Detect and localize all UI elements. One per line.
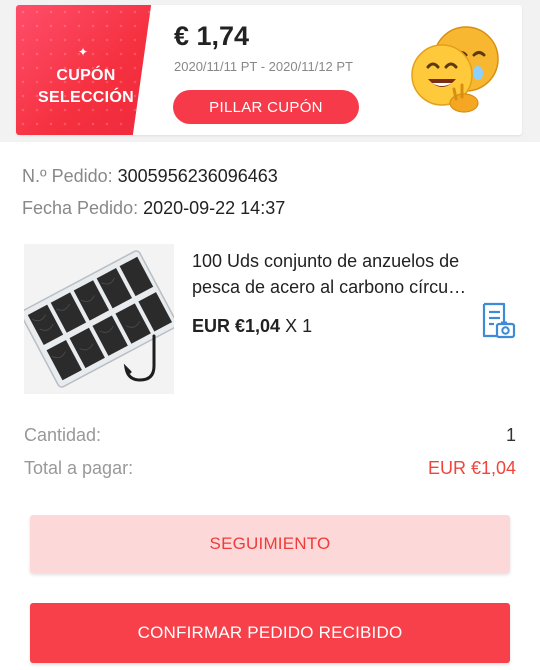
quantity-label: Cantidad:: [24, 425, 102, 445]
sparkle-icon: ✦: [78, 45, 89, 59]
fishing-hooks-box-image: [24, 244, 174, 394]
grab-coupon-button[interactable]: PILLAR CUPÓN: [173, 90, 359, 124]
product-price: EUR €1,04: [192, 316, 281, 336]
product-quantity: X 1: [285, 316, 313, 336]
order-number-label: N.º Pedido:: [22, 166, 113, 186]
order-date-row: Fecha Pedido: 2020-09-22 14:37: [22, 198, 285, 219]
order-number-value: 3005956236096463: [117, 166, 278, 186]
receipt-camera-icon[interactable]: [480, 302, 516, 340]
product-image[interactable]: [24, 244, 174, 394]
coupon-amount: € 1,74: [174, 21, 250, 51]
confirm-received-button[interactable]: CONFIRMAR PEDIDO RECIBIDO: [30, 603, 510, 663]
order-date-value: 2020-09-22 14:37: [143, 198, 286, 218]
coupon-badge-line2: SELECCIÓN: [37, 89, 135, 106]
coupon-badge: ✦ CUPÓN SELECCIÓN: [16, 5, 156, 135]
total-value: EUR €1,04: [427, 458, 516, 478]
coupon-banner-area: ✦ CUPÓN SELECCIÓN € 1,74 2020/11/11 PT -…: [0, 0, 540, 142]
hugging-emoji-icon: [411, 26, 499, 113]
product-title-line1: 100 Uds conjunto de anzuelos de: [192, 251, 460, 271]
coupon-validity: 2020/11/11 PT - 2020/11/12 PT: [174, 59, 353, 74]
tracking-button[interactable]: SEGUIMIENTO: [30, 515, 510, 573]
quantity-value: 1: [505, 425, 516, 445]
product-title[interactable]: 100 Uds conjunto de anzuelos de pesca de…: [192, 248, 512, 300]
coupon-card[interactable]: ✦ CUPÓN SELECCIÓN € 1,74 2020/11/11 PT -…: [16, 5, 522, 135]
coupon-badge-line1: CUPÓN: [56, 67, 116, 84]
order-number-row: N.º Pedido: 3005956236096463: [22, 166, 278, 187]
order-date-label: Fecha Pedido:: [22, 198, 139, 218]
total-label: Total a pagar:: [24, 458, 134, 478]
product-price-row: EUR €1,04 X 1: [192, 316, 312, 337]
product-title-line2: pesca de acero al carbono círcu…: [192, 277, 467, 297]
